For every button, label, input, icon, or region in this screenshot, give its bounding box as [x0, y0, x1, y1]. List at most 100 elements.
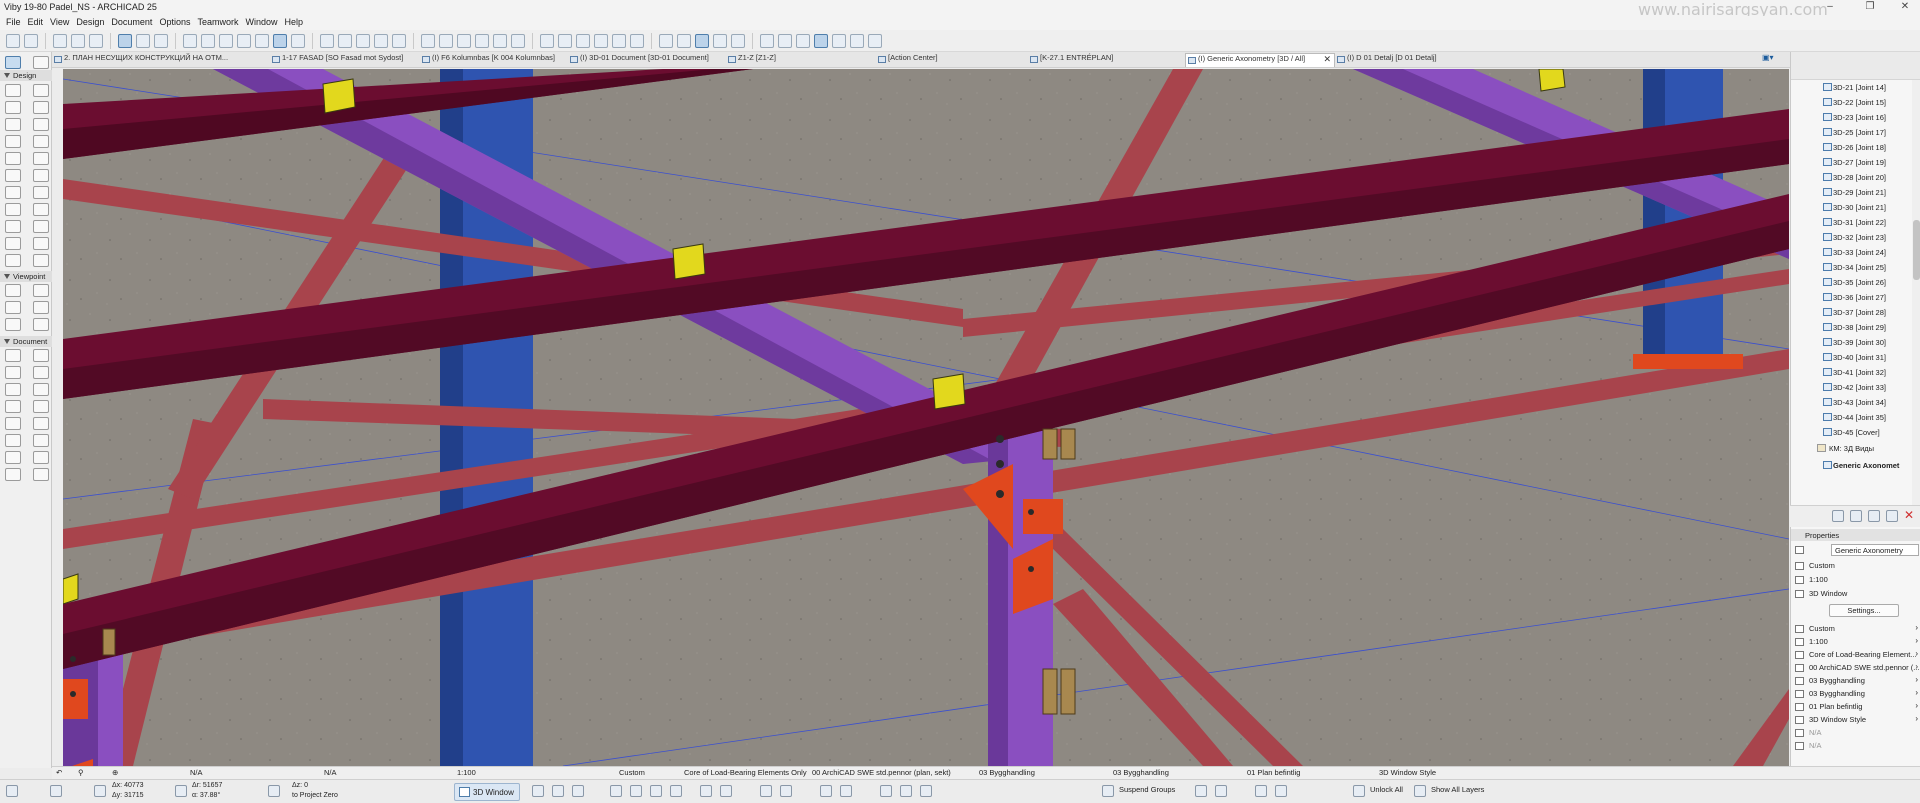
menu-options[interactable]: Options — [157, 16, 195, 30]
hand-icon[interactable] — [868, 33, 882, 48]
tab-d01-detalj[interactable]: (I) D 01 Detalj [D 01 Detalj] — [1335, 53, 1485, 67]
slab-icon[interactable] — [475, 33, 489, 48]
3d-view-icon[interactable] — [273, 33, 287, 48]
eraser-icon[interactable] — [796, 33, 810, 48]
new-view-icon[interactable] — [1832, 510, 1844, 522]
circle-tool-icon[interactable] — [5, 434, 21, 447]
column-icon[interactable] — [511, 33, 525, 48]
hide-icon[interactable] — [880, 785, 892, 797]
measure-icon[interactable] — [374, 33, 388, 48]
angle-icon[interactable] — [175, 785, 187, 797]
nav-item[interactable]: 3D-37 [Joint 28] — [1791, 305, 1911, 320]
unlock-all-button[interactable]: Unlock All — [1370, 785, 1403, 794]
elevation-icon[interactable] — [255, 33, 269, 48]
window-tool-icon[interactable] — [5, 169, 21, 182]
nav-folder[interactable]: КМ: 3Д Виды — [1791, 441, 1911, 456]
zone-tool-icon[interactable] — [33, 186, 49, 199]
trim-icon[interactable] — [392, 33, 406, 48]
3d-viewport[interactable] — [63, 69, 1789, 766]
pen-set-dropdown[interactable]: 00 ArchiCAD SWE std.pennor (plan, sekt) — [812, 768, 951, 777]
stair-run-tool-icon[interactable] — [5, 254, 21, 267]
beam-connect-tool-icon[interactable] — [5, 237, 21, 250]
style-dropdown[interactable]: 3D Window Style — [1379, 768, 1436, 777]
nav-item[interactable]: 3D-41 [Joint 32] — [1791, 365, 1911, 380]
group-icon[interactable] — [731, 33, 745, 48]
layer-icon[interactable] — [201, 33, 215, 48]
lock-icon[interactable] — [713, 33, 727, 48]
orbit-icon[interactable] — [291, 33, 305, 48]
angle-dimension-tool-icon[interactable] — [33, 366, 49, 379]
tab-3d-document[interactable]: (I) 3D-01 Document [3D-01 Document] — [568, 53, 726, 67]
properties-row[interactable]: Custom › — [1791, 622, 1920, 635]
delete-icon[interactable]: ✕ — [1904, 508, 1914, 522]
properties-row[interactable]: Core of Load-Bearing Element... › — [1791, 648, 1920, 661]
settings-icon[interactable] — [1886, 510, 1898, 522]
undo-icon[interactable]: ↶ — [56, 768, 62, 777]
scale-dropdown[interactable]: 1:100 — [457, 768, 476, 777]
axonometry-icon[interactable] — [840, 785, 852, 797]
door-icon[interactable] — [540, 33, 554, 48]
layers-icon[interactable] — [1414, 785, 1426, 797]
folder-icon[interactable] — [1868, 510, 1880, 522]
marquee-icon[interactable] — [439, 33, 453, 48]
dimension-tool-icon[interactable] — [5, 349, 21, 362]
nav-item[interactable]: 3D-27 [Joint 19] — [1791, 155, 1911, 170]
section-icon[interactable] — [650, 785, 662, 797]
hatch-tool-icon[interactable] — [5, 417, 21, 430]
nav-item[interactable]: 3D-39 [Joint 30] — [1791, 335, 1911, 350]
menu-document[interactable]: Document — [109, 16, 157, 30]
change-tool-icon[interactable] — [33, 318, 49, 331]
roof-tool-icon[interactable] — [5, 118, 21, 131]
lock-icon[interactable] — [1255, 785, 1267, 797]
zoom-in-icon[interactable]: ⊕ — [112, 768, 118, 777]
properties-row[interactable]: 01 Plan befintlig › — [1791, 700, 1920, 713]
column-tool-icon[interactable] — [33, 84, 49, 97]
nav-item[interactable]: 3D-25 [Joint 17] — [1791, 125, 1911, 140]
menu-help[interactable]: Help — [283, 16, 309, 30]
nav-item[interactable]: 3D-43 [Joint 34] — [1791, 395, 1911, 410]
figure-tool-icon[interactable] — [5, 468, 21, 481]
nav-item[interactable]: 3D-26 [Joint 18] — [1791, 140, 1911, 155]
radial-dimension-tool-icon[interactable] — [5, 366, 21, 379]
magic-wand-icon[interactable] — [53, 33, 67, 48]
elevation-icon[interactable] — [670, 785, 682, 797]
settings-button[interactable]: Settings... — [1829, 604, 1899, 617]
cursor-icon[interactable] — [760, 33, 774, 48]
nav-item[interactable]: 3D-36 [Joint 27] — [1791, 290, 1911, 305]
spot-tool-icon[interactable] — [5, 400, 21, 413]
scroll-thumb[interactable] — [1913, 220, 1920, 280]
wall-tool-icon[interactable] — [5, 84, 21, 97]
nav-item[interactable]: 3D-44 [Joint 35] — [1791, 410, 1911, 425]
unlock-icon[interactable] — [1275, 785, 1287, 797]
undo-icon[interactable] — [6, 33, 20, 48]
grid-element-tool-icon[interactable] — [33, 237, 49, 250]
align-icon[interactable] — [1195, 785, 1207, 797]
nav-item[interactable]: 3D-31 [Joint 22] — [1791, 215, 1911, 230]
snap-icon[interactable] — [50, 785, 62, 797]
dimension-icon[interactable] — [677, 33, 691, 48]
fit-window-icon[interactable] — [356, 33, 370, 48]
tab-plan-ru[interactable]: 2. ПЛАН НЕСУЩИХ КОНСТРУКЦИЙ НА ОТМ... — [52, 53, 270, 67]
stair-tool-icon[interactable] — [33, 135, 49, 148]
walk-icon[interactable] — [572, 785, 584, 797]
curtain-wall-tool-icon[interactable] — [5, 152, 21, 165]
grid-snap-icon[interactable] — [154, 33, 168, 48]
redo-icon[interactable] — [24, 33, 38, 48]
tab-z1-z[interactable]: Z1-Z [Z1-Z] — [726, 53, 876, 67]
show-all-icon[interactable] — [920, 785, 932, 797]
close-tab-icon[interactable]: ✕ — [1323, 54, 1331, 65]
drawing-tool-icon[interactable] — [33, 468, 49, 481]
marquee-tool-icon[interactable] — [33, 56, 49, 69]
wall-icon[interactable] — [457, 33, 471, 48]
navigator-scrollbar[interactable] — [1912, 80, 1920, 540]
visibility-icon[interactable] — [695, 33, 709, 48]
menu-edit[interactable]: Edit — [26, 16, 49, 30]
close-icon[interactable]: ✕ — [1890, 1, 1920, 15]
window-icon[interactable] — [558, 33, 572, 48]
nav-item[interactable]: 3D-34 [Joint 25] — [1791, 260, 1911, 275]
nav-item[interactable]: 3D-40 [Joint 31] — [1791, 350, 1911, 365]
interior-elevation-tool-icon[interactable] — [5, 301, 21, 314]
inject-icon[interactable] — [89, 33, 103, 48]
detail-tool-icon[interactable] — [5, 318, 21, 331]
properties-header[interactable]: Properties — [1791, 529, 1920, 541]
